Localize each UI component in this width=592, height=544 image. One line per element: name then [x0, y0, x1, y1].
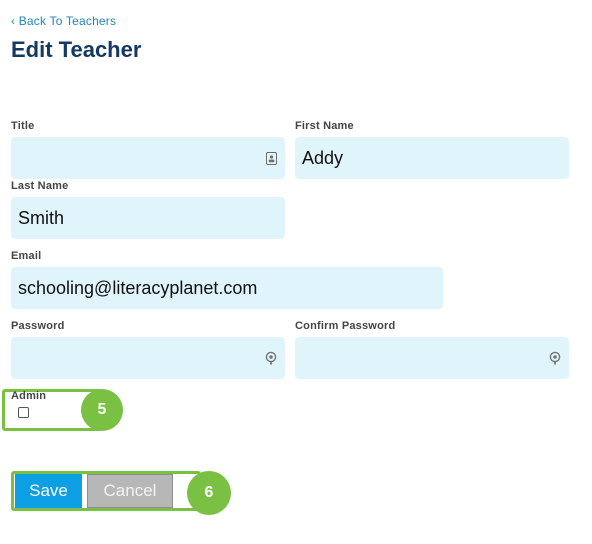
- title-field[interactable]: [11, 137, 285, 179]
- confirm-password-label: Confirm Password: [295, 320, 396, 332]
- step-badge-5: 5: [81, 389, 123, 431]
- password-label: Password: [11, 320, 65, 332]
- back-to-teachers-link[interactable]: ‹ Back To Teachers: [11, 14, 116, 28]
- page-title: Edit Teacher: [11, 37, 142, 62]
- first-name-field[interactable]: Addy: [295, 137, 569, 179]
- admin-label: Admin: [11, 390, 47, 402]
- last-name-value: Smith: [18, 207, 65, 228]
- title-label: Title: [11, 120, 35, 132]
- email-label: Email: [11, 250, 42, 262]
- password-reveal-icon[interactable]: [265, 351, 277, 365]
- last-name-label: Last Name: [11, 180, 69, 192]
- email-value: schooling@literacyplanet.com: [18, 277, 258, 298]
- email-field[interactable]: schooling@literacyplanet.com: [11, 267, 443, 309]
- password-reveal-icon[interactable]: [549, 351, 561, 365]
- save-button[interactable]: Save: [15, 474, 82, 508]
- contact-card-icon: [265, 151, 277, 165]
- step-badge-6: 6: [187, 471, 231, 515]
- first-name-value: Addy: [302, 147, 344, 168]
- admin-checkbox[interactable]: [18, 407, 29, 418]
- first-name-label: First Name: [295, 120, 354, 132]
- cancel-button[interactable]: Cancel: [87, 474, 173, 508]
- confirm-password-field[interactable]: [295, 337, 569, 379]
- last-name-field[interactable]: Smith: [11, 197, 285, 239]
- password-field[interactable]: [11, 337, 285, 379]
